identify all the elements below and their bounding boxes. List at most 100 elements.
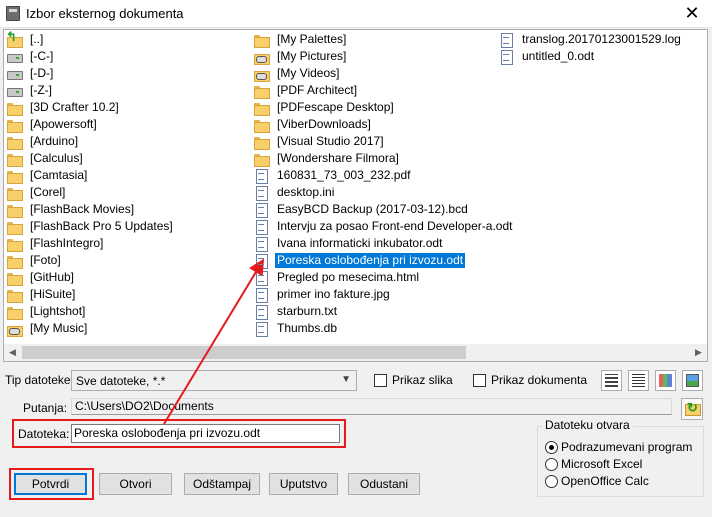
file-type-label: Tip datoteke: xyxy=(5,373,74,387)
preview-document-checkbox[interactable]: Prikaz dokumenta xyxy=(473,373,587,387)
scroll-left-icon[interactable]: ◀ xyxy=(4,344,21,361)
file-list-item-label: [Foto] xyxy=(30,253,61,267)
file-list-item[interactable]: [GitHub] xyxy=(6,269,175,286)
app-icon xyxy=(6,6,20,21)
image-view-button[interactable] xyxy=(682,370,703,391)
file-list-item[interactable]: [-C-] xyxy=(6,48,175,65)
file-list-item[interactable]: [Wondershare Filmora] xyxy=(253,150,514,167)
file-list-item[interactable]: EasyBCD Backup (2017-03-12).bcd xyxy=(253,201,514,218)
file-list-item[interactable]: untitled_0.odt xyxy=(498,48,683,65)
refresh-folder-button[interactable] xyxy=(681,398,703,420)
file-list-item[interactable]: [-D-] xyxy=(6,65,175,82)
file-list-item[interactable]: [-Z-] xyxy=(6,82,175,99)
file-list-item-label: [-D-] xyxy=(30,66,54,80)
file-list-item[interactable]: [My Pictures] xyxy=(253,48,514,65)
file-list-item[interactable]: [3D Crafter 10.2] xyxy=(6,99,175,116)
help-button[interactable]: Uputstvo xyxy=(269,473,338,495)
scrollbar-thumb[interactable] xyxy=(22,346,466,359)
drive-icon xyxy=(6,84,23,98)
file-list-item[interactable]: desktop.ini xyxy=(253,184,514,201)
file-list-item-label: [My Palettes] xyxy=(277,32,347,46)
file-list-item[interactable]: Thumbs.db xyxy=(253,320,514,337)
horizontal-scrollbar[interactable]: ◀ ▶ xyxy=(4,344,707,361)
open-button[interactable]: Otvori xyxy=(99,473,172,495)
file-list-item[interactable]: Intervju za posao Front-end Developer-a.… xyxy=(253,218,514,235)
file-list-column: translog.20170123001529.log untitled_0.od… xyxy=(498,31,683,65)
preview-document-label: Prikaz dokumenta xyxy=(491,373,588,387)
filename-input[interactable]: Poreska oslobođenja pri izvozu.odt xyxy=(71,424,340,443)
print-button[interactable]: Odštampaj xyxy=(184,473,260,495)
file-list-item[interactable]: [FlashBack Movies] xyxy=(6,201,175,218)
radio-dot[interactable] xyxy=(545,474,558,488)
file-list-item[interactable]: [My Videos] xyxy=(253,65,514,82)
path-field: C:\Users\DO2\Documents xyxy=(71,398,672,415)
filename-label: Datoteka: xyxy=(18,427,70,441)
window-title: Izbor eksternog dokumenta xyxy=(26,6,184,21)
file-icon xyxy=(253,219,269,235)
file-list-item[interactable]: [PDFescape Desktop] xyxy=(253,99,514,116)
file-list-item[interactable]: [HiSuite] xyxy=(6,286,175,303)
file-list-item-label: [Apowersoft] xyxy=(30,117,97,131)
file-list-item[interactable]: [FlashIntegro] xyxy=(6,235,175,252)
file-list-item[interactable]: starburn.txt xyxy=(253,303,514,320)
file-list-item[interactable]: [..] xyxy=(6,30,175,48)
radio-dot[interactable] xyxy=(545,440,558,454)
file-list-item-label: [My Music] xyxy=(30,321,88,335)
folder-icon xyxy=(6,271,23,286)
file-list-item[interactable]: Pregled po mesecima.html xyxy=(253,269,514,286)
file-list-item[interactable]: [Calculus] xyxy=(6,150,175,167)
list-view-button[interactable] xyxy=(628,370,649,391)
special-folder-icon xyxy=(253,67,270,82)
file-list-item[interactable]: [My Music] xyxy=(6,320,175,337)
file-list-item[interactable]: [Arduino] xyxy=(6,133,175,150)
file-icon xyxy=(498,49,514,65)
file-icon xyxy=(253,270,269,286)
file-list-item-label: [Calculus] xyxy=(30,151,83,165)
file-list-item[interactable]: 160831_73_003_232.pdf xyxy=(253,167,514,184)
folder-icon xyxy=(6,152,23,167)
file-list-column: [My Palettes] [My Pictures] [My Videos] [PD… xyxy=(253,31,514,337)
file-list-item[interactable]: [Apowersoft] xyxy=(6,116,175,133)
file-list-item[interactable]: primer ino fakture.jpg xyxy=(253,286,514,303)
preview-image-checkbox[interactable]: Prikaz slika xyxy=(374,373,453,387)
scroll-right-icon[interactable]: ▶ xyxy=(690,344,707,361)
close-icon[interactable]: ✕ xyxy=(682,3,702,23)
radio-dot[interactable] xyxy=(545,457,558,471)
folder-icon xyxy=(6,254,23,269)
file-list[interactable]: [..] [-C-] [-D-] [-Z-] [3D Crafter 10.2] [Apo… xyxy=(3,29,708,362)
checkbox-box[interactable] xyxy=(374,373,387,387)
file-list-item[interactable]: [ViberDownloads] xyxy=(253,116,514,133)
file-icon xyxy=(498,32,514,48)
details-view-button[interactable] xyxy=(601,370,622,391)
radio-label: Microsoft Excel xyxy=(561,457,643,471)
file-list-item-label: [ViberDownloads] xyxy=(277,117,371,131)
folder-up-icon xyxy=(6,30,23,48)
file-list-item[interactable]: [FlashBack Pro 5 Updates] xyxy=(6,218,175,235)
file-list-item[interactable]: [Visual Studio 2017] xyxy=(253,133,514,150)
checkbox-box[interactable] xyxy=(473,373,486,387)
file-list-item-label: [Corel] xyxy=(30,185,66,199)
chevron-down-icon: ▼ xyxy=(341,374,351,385)
file-list-item[interactable]: [My Palettes] xyxy=(253,31,514,48)
file-list-item[interactable]: [Foto] xyxy=(6,252,175,269)
special-folder-icon xyxy=(6,322,23,337)
folder-icon xyxy=(6,288,23,303)
confirm-button[interactable]: Potvrdi xyxy=(14,473,87,495)
file-list-item-label: [Arduino] xyxy=(30,134,79,148)
file-list-item-label: [HiSuite] xyxy=(30,287,76,301)
folder-icon xyxy=(253,152,270,167)
file-list-item[interactable]: Ivana informaticki inkubator.odt xyxy=(253,235,514,252)
file-list-item[interactable]: [Corel] xyxy=(6,184,175,201)
file-list-item[interactable]: Poreska oslobođenja pri izvozu.odt xyxy=(253,252,514,269)
cancel-button[interactable]: Odustani xyxy=(348,473,420,495)
file-list-item[interactable]: [PDF Architect] xyxy=(253,82,514,99)
file-type-dropdown[interactable]: Sve datoteke, *.* ▼ xyxy=(71,370,357,391)
file-list-item[interactable]: [Lightshot] xyxy=(6,303,175,320)
file-list-item[interactable]: translog.20170123001529.log xyxy=(498,31,683,48)
radio-default-program[interactable]: Podrazumevani program xyxy=(545,440,692,454)
radio-microsoft-excel[interactable]: Microsoft Excel xyxy=(545,457,642,471)
radio-openoffice-calc[interactable]: OpenOffice Calc xyxy=(545,474,649,488)
folder-icon xyxy=(253,84,270,99)
thumbnail-view-button[interactable] xyxy=(655,370,676,391)
file-list-item[interactable]: [Camtasia] xyxy=(6,167,175,184)
